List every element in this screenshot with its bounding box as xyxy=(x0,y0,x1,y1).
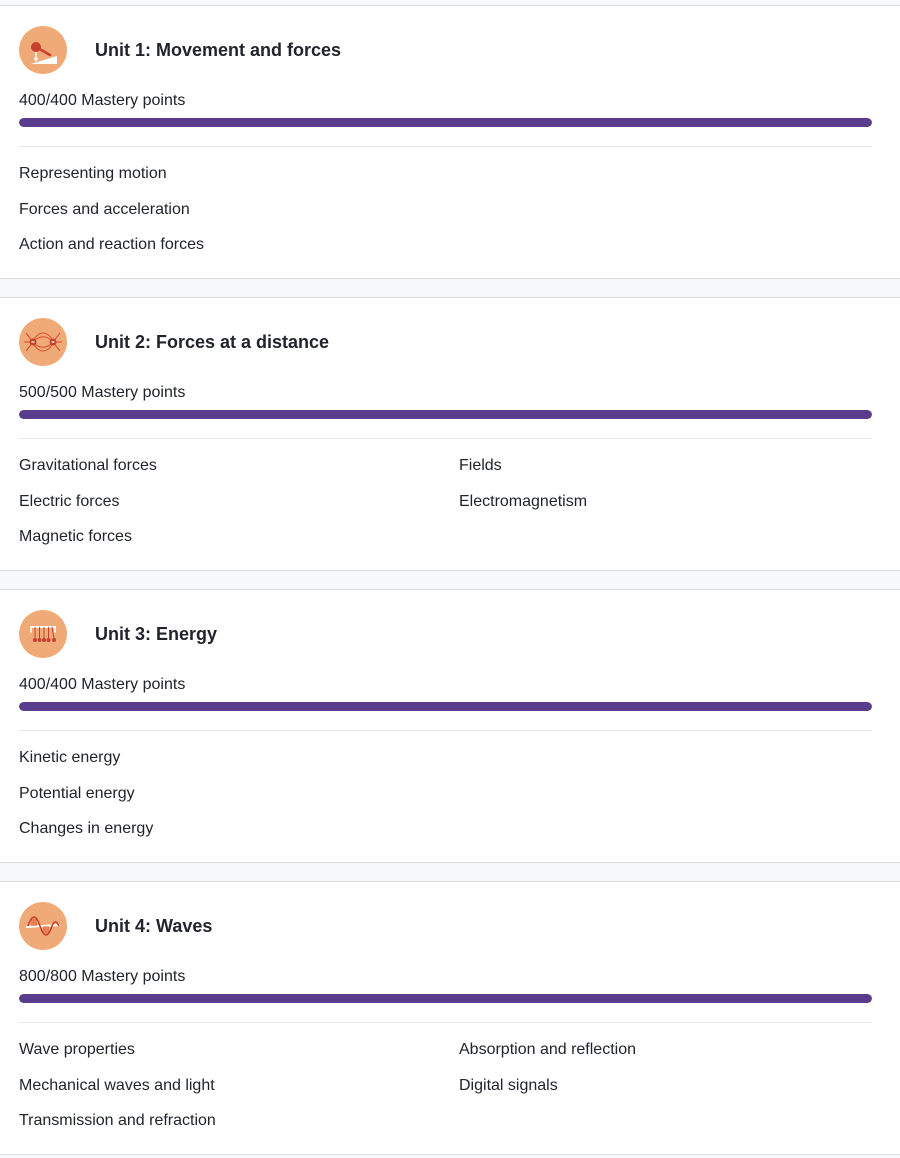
mastery-progress-fill xyxy=(19,118,872,127)
lesson-list: Gravitational forces Electric forces Mag… xyxy=(19,456,872,563)
divider xyxy=(19,146,872,147)
mastery-progress-bar xyxy=(19,410,872,419)
unit-header: Unit 2: Forces at a distance xyxy=(19,318,872,366)
unit-card-2: Unit 2: Forces at a distance 500/500 Mas… xyxy=(0,297,900,571)
newtons-cradle-icon xyxy=(19,610,67,658)
lesson-link[interactable]: Forces and acceleration xyxy=(19,200,459,236)
unit-card-3: Unit 3: Energy 400/400 Mastery points Ki… xyxy=(0,589,900,863)
unit-title[interactable]: Unit 3: Energy xyxy=(95,624,217,645)
lesson-link[interactable]: Potential energy xyxy=(19,784,459,820)
lesson-link[interactable]: Kinetic energy xyxy=(19,748,459,784)
lesson-link[interactable]: Electromagnetism xyxy=(459,492,872,528)
lesson-link[interactable]: Mechanical waves and light xyxy=(19,1076,459,1112)
lesson-link[interactable]: Wave properties xyxy=(19,1040,459,1076)
lesson-link[interactable]: Gravitational forces xyxy=(19,456,459,492)
lesson-link[interactable]: Transmission and refraction xyxy=(19,1111,459,1147)
unit-header: Unit 4: Waves xyxy=(19,902,872,950)
mastery-points-text: 500/500 Mastery points xyxy=(19,384,186,401)
unit-title[interactable]: Unit 1: Movement and forces xyxy=(95,40,341,61)
mastery-progress-bar xyxy=(19,702,872,711)
lesson-link[interactable]: Representing motion xyxy=(19,164,459,200)
lesson-list: Kinetic energy Potential energy Changes … xyxy=(19,748,872,855)
unit-title[interactable]: Unit 4: Waves xyxy=(95,916,212,937)
mastery-progress-bar xyxy=(19,994,872,1003)
unit-title[interactable]: Unit 2: Forces at a distance xyxy=(95,332,329,353)
lesson-list: Representing motion Forces and accelerat… xyxy=(19,164,872,271)
lesson-list: Wave properties Mechanical waves and lig… xyxy=(19,1040,872,1147)
divider xyxy=(19,730,872,731)
lesson-link[interactable]: Fields xyxy=(459,456,872,492)
lesson-link[interactable]: Absorption and reflection xyxy=(459,1040,872,1076)
lesson-link[interactable]: Changes in energy xyxy=(19,819,459,855)
lesson-link[interactable]: Electric forces xyxy=(19,492,459,528)
lesson-link[interactable]: Digital signals xyxy=(459,1076,872,1112)
unit-header: Unit 3: Energy xyxy=(19,610,872,658)
mastery-points-text: 800/800 Mastery points xyxy=(19,968,186,985)
unit-card-4: Unit 4: Waves 800/800 Mastery points Wav… xyxy=(0,881,900,1155)
mastery-points-text: 400/400 Mastery points xyxy=(19,676,186,693)
unit-card-1: Unit 1: Movement and forces 400/400 Mast… xyxy=(0,5,900,279)
mastery-points-text: 400/400 Mastery points xyxy=(19,92,186,109)
divider xyxy=(19,438,872,439)
mastery-progress-bar xyxy=(19,118,872,127)
incline-ramp-icon xyxy=(19,26,67,74)
mastery-progress-fill xyxy=(19,994,872,1003)
lesson-link[interactable]: Action and reaction forces xyxy=(19,235,459,271)
lesson-link[interactable]: Magnetic forces xyxy=(19,527,459,563)
field-lines-icon xyxy=(19,318,67,366)
wave-icon xyxy=(19,902,67,950)
mastery-progress-fill xyxy=(19,702,872,711)
mastery-progress-fill xyxy=(19,410,872,419)
unit-header: Unit 1: Movement and forces xyxy=(19,26,872,74)
course-units-list: Unit 1: Movement and forces 400/400 Mast… xyxy=(0,0,900,1155)
divider xyxy=(19,1022,872,1023)
